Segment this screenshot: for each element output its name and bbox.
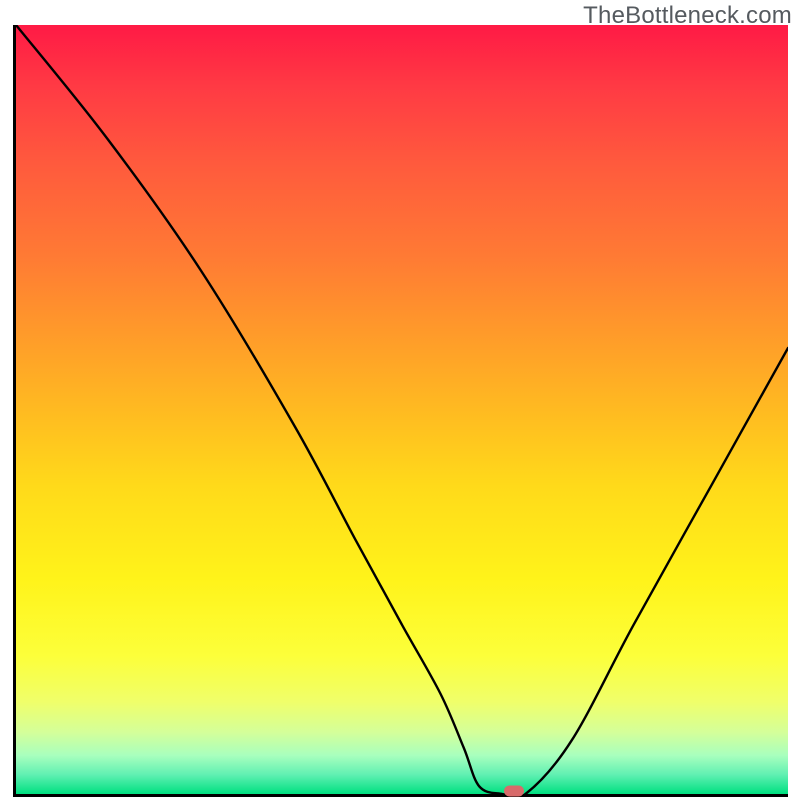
optimal-marker	[504, 786, 524, 797]
bottleneck-curve	[16, 25, 788, 794]
chart-container: TheBottleneck.com	[0, 0, 800, 800]
plot-area	[13, 25, 788, 797]
